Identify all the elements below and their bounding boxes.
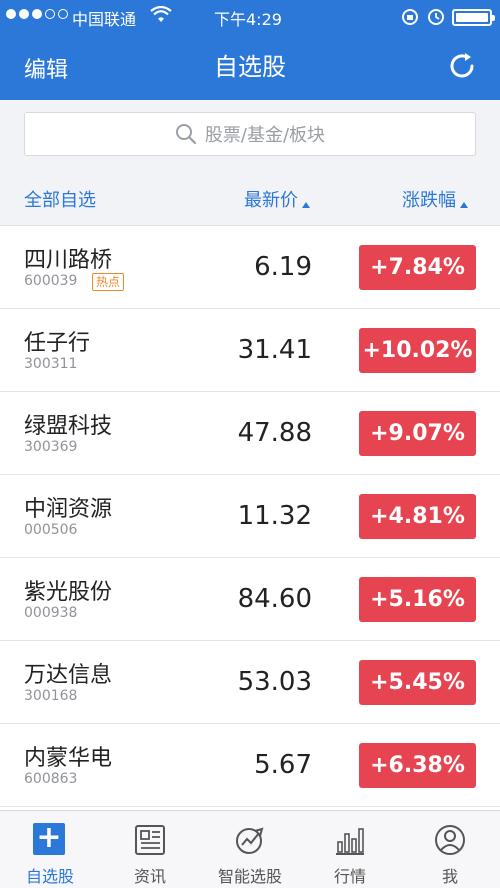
stock-list: 四川路桥 600039 热点 6.19 +7.84% 任子行 300311 31… xyxy=(0,226,500,807)
stock-row[interactable]: 绿盟科技 300369 47.88 +9.07% xyxy=(0,392,500,475)
market-chart-icon xyxy=(333,823,367,857)
stock-name: 万达信息 xyxy=(24,663,113,688)
stock-code: 300168 xyxy=(24,688,78,704)
stock-name: 中润资源 xyxy=(24,497,113,522)
stock-price: 47.88 xyxy=(237,418,312,448)
sort-by-price-button[interactable]: 最新价 xyxy=(244,186,310,212)
battery-icon xyxy=(452,9,495,26)
stock-row[interactable]: 中润资源 000506 11.32 +4.81% xyxy=(0,475,500,558)
status-bar: 中国联通 下午4:29 xyxy=(0,0,500,34)
stock-code: 000506 xyxy=(24,522,78,538)
search-input[interactable]: 股票/基金/板块 xyxy=(24,112,476,156)
change-badge[interactable]: +7.84% xyxy=(359,245,476,290)
tab-label: 行情 xyxy=(333,867,366,886)
stock-name: 绿盟科技 xyxy=(24,414,113,439)
stock-code: 000938 xyxy=(24,605,78,621)
stock-price: 53.03 xyxy=(237,667,312,697)
stock-price: 11.32 xyxy=(237,501,312,531)
change-badge[interactable]: +9.07% xyxy=(359,411,476,456)
change-badge[interactable]: +6.38% xyxy=(359,743,476,788)
tab-watchlist[interactable]: + 自选股 xyxy=(0,811,100,888)
stock-name: 四川路桥 xyxy=(24,248,113,273)
tab-smart-pick[interactable]: 智能选股 xyxy=(200,811,300,888)
tab-label: 我 xyxy=(441,867,458,886)
stock-price: 84.60 xyxy=(237,584,312,614)
change-badge[interactable]: +4.81% xyxy=(359,494,476,539)
tab-me[interactable]: 我 xyxy=(400,811,500,888)
search-icon xyxy=(175,124,197,145)
search-placeholder: 股票/基金/板块 xyxy=(204,125,326,146)
page-title: 自选股 xyxy=(214,53,286,81)
stock-row[interactable]: 四川路桥 600039 热点 6.19 +7.84% xyxy=(0,226,500,309)
carrier-name: 中国联通 xyxy=(72,10,137,29)
all-watchlist-label[interactable]: 全部自选 xyxy=(24,186,96,212)
tab-bar: + 自选股 资讯 智能选股 行情 我 xyxy=(0,810,500,888)
tab-label: 智能选股 xyxy=(217,867,282,886)
hot-badge: 热点 xyxy=(92,273,125,291)
alarm-icon xyxy=(426,6,446,30)
stock-code: 300369 xyxy=(24,439,78,455)
smart-pick-icon xyxy=(233,823,267,857)
rotation-lock-icon xyxy=(400,7,420,31)
stock-code: 600863 xyxy=(24,771,78,787)
change-badge[interactable]: +5.16% xyxy=(359,577,476,622)
status-time: 下午4:29 xyxy=(214,10,282,29)
signal-strength-icon xyxy=(6,9,68,19)
change-badge[interactable]: +5.45% xyxy=(359,660,476,705)
stock-code: 300311 xyxy=(24,356,78,372)
sort-arrow-icon xyxy=(302,202,310,208)
plus-icon: + xyxy=(33,823,67,857)
stock-name: 内蒙华电 xyxy=(24,746,113,771)
stock-code: 600039 xyxy=(24,273,78,289)
tab-label: 资讯 xyxy=(133,867,166,886)
stock-price: 31.41 xyxy=(237,335,312,365)
stock-name: 任子行 xyxy=(24,331,91,356)
tab-news[interactable]: 资讯 xyxy=(100,811,200,888)
search-area: 股票/基金/板块 xyxy=(0,100,500,170)
change-badge[interactable]: +10.02% xyxy=(359,328,476,373)
sort-by-change-button[interactable]: 涨跌幅 xyxy=(402,186,468,212)
wifi-icon xyxy=(150,5,172,28)
stock-row[interactable]: 万达信息 300168 53.03 +5.45% xyxy=(0,641,500,724)
news-icon xyxy=(133,823,167,857)
tab-market[interactable]: 行情 xyxy=(300,811,400,888)
stock-price: 6.19 xyxy=(254,252,312,282)
tab-label: 自选股 xyxy=(25,867,74,886)
user-icon xyxy=(433,823,467,857)
stock-row[interactable]: 内蒙华电 600863 5.67 +6.38% xyxy=(0,724,500,807)
nav-bar: 编辑 自选股 xyxy=(0,34,500,100)
stock-row[interactable]: 紫光股份 000938 84.60 +5.16% xyxy=(0,558,500,641)
list-header: 全部自选 最新价 涨跌幅 xyxy=(0,170,500,226)
refresh-icon[interactable] xyxy=(446,50,478,82)
stock-name: 紫光股份 xyxy=(24,580,113,605)
sort-arrow-icon xyxy=(460,202,468,208)
stock-row[interactable]: 任子行 300311 31.41 +10.02% xyxy=(0,309,500,392)
stock-price: 5.67 xyxy=(254,750,312,780)
